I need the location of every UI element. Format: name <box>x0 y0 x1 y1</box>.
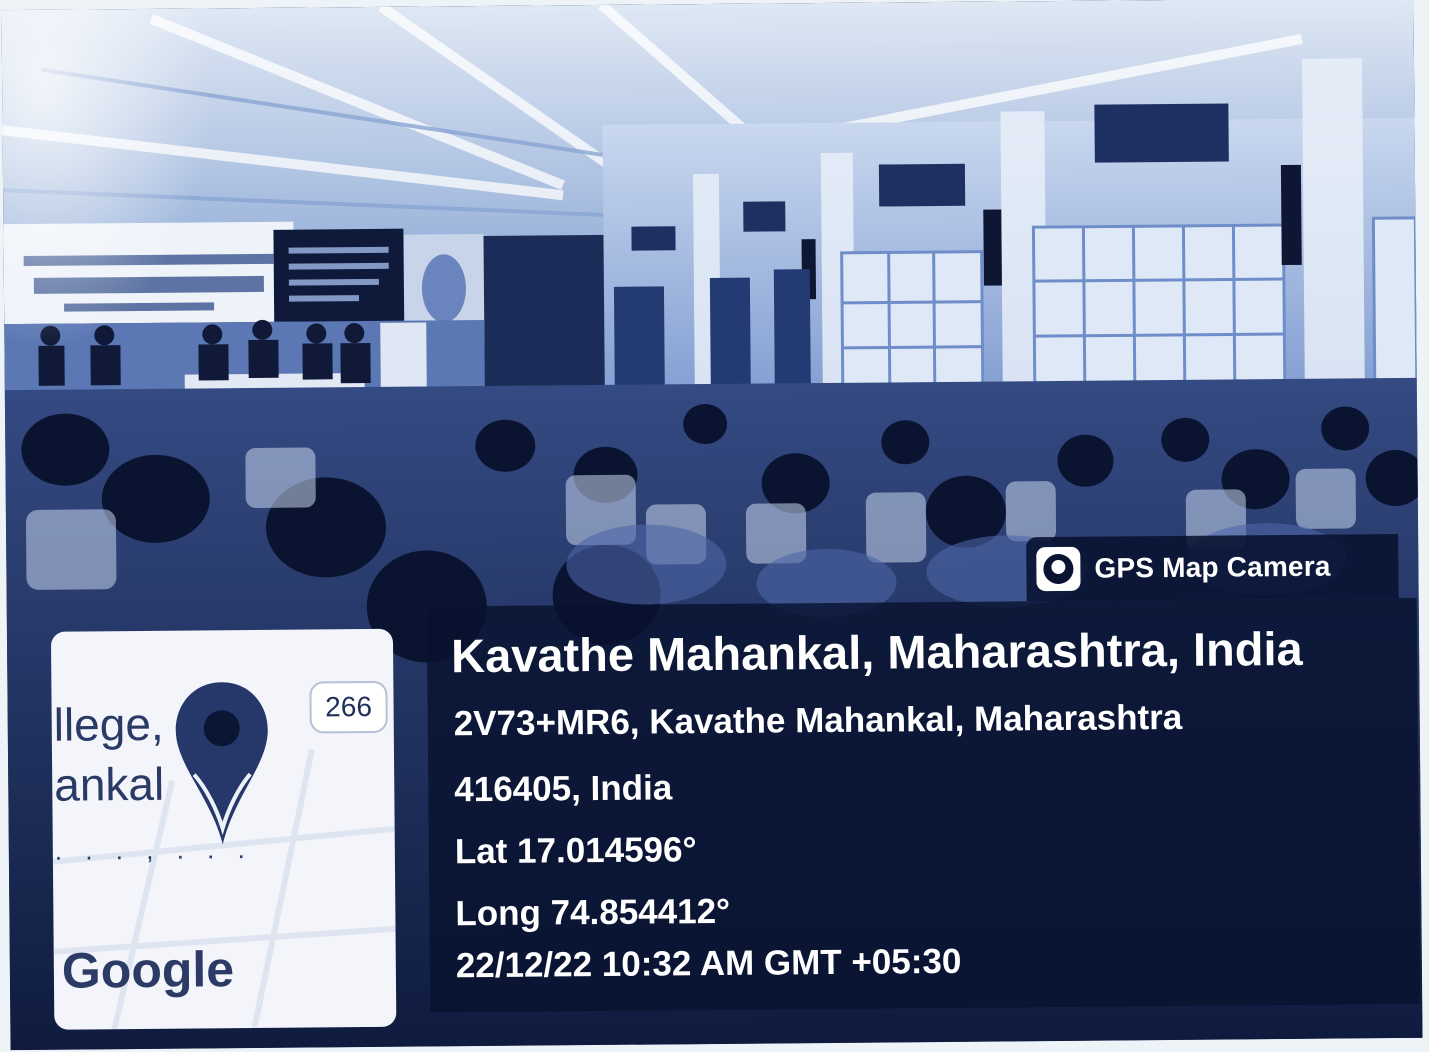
longitude-text: Long 74.854412° <box>455 891 731 934</box>
latitude-text: Lat 17.014596° <box>454 830 697 872</box>
map-label-line-2: ankal <box>54 757 165 811</box>
camera-icon <box>1036 546 1081 592</box>
gps-badge-label: GPS Map Camera <box>1094 550 1331 584</box>
map-label-line-1: llege, <box>53 697 164 751</box>
address-line-1: 2V73+MR6, Kavathe Mahankal, Maharashtra <box>453 697 1183 744</box>
road-number-badge: 266 <box>309 680 388 734</box>
map-dots: . . . , . . . <box>54 834 253 866</box>
location-info-panel: Kavathe Mahankal, Maharashtra, India 2V7… <box>426 597 1421 1013</box>
address-line-2: 416405, India <box>454 768 673 810</box>
photo-print: GPS Map Camera Kavathe Mahankal, Maharas… <box>1 0 1423 1051</box>
mini-map: llege, ankal 266 . . . , . . . Google <box>50 628 397 1030</box>
map-pin-icon <box>175 682 268 845</box>
gps-map-camera-badge: GPS Map Camera <box>1026 534 1399 602</box>
location-title: Kavathe Mahankal, Maharashtra, India <box>450 621 1303 683</box>
google-logo: Google <box>61 941 235 999</box>
datetime-text: 22/12/22 10:32 AM GMT +05:30 <box>455 941 962 986</box>
